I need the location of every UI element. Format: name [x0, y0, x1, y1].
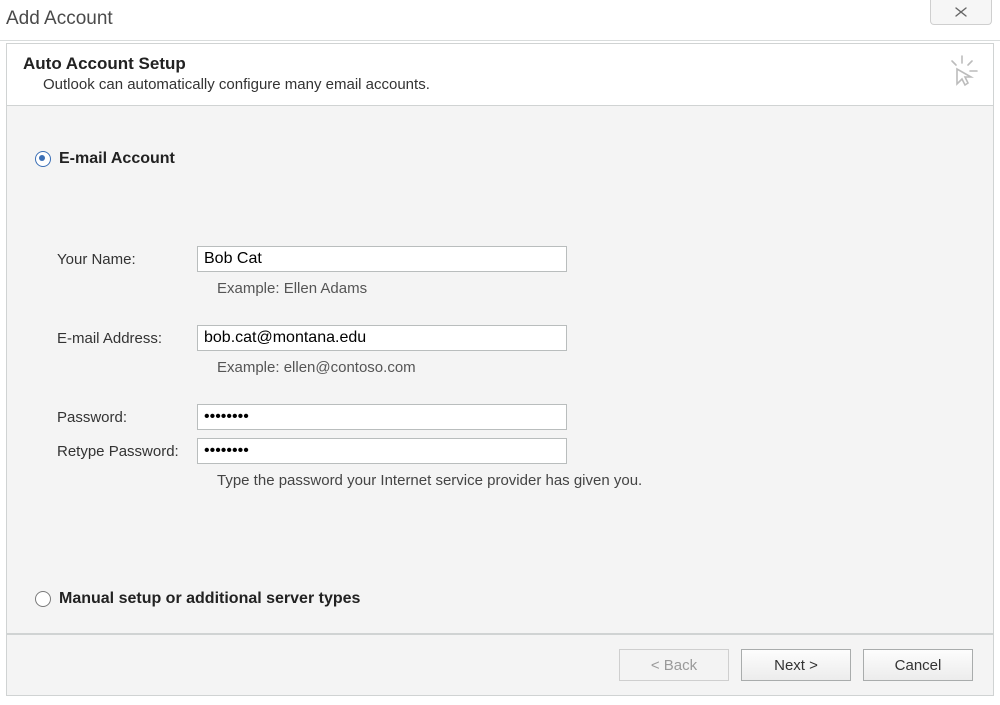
email-label: E-mail Address: [57, 330, 197, 347]
password-label: Password: [57, 409, 197, 426]
window-title: Add Account [6, 8, 113, 30]
wizard-subtitle: Outlook can automatically configure many… [43, 76, 977, 93]
close-icon [954, 7, 968, 17]
radio-icon [35, 591, 51, 607]
wizard-header: Auto Account Setup Outlook can automatic… [6, 43, 994, 106]
radio-icon [35, 151, 51, 167]
retype-password-input[interactable] [197, 438, 567, 464]
email-example: Example: ellen@contoso.com [217, 359, 953, 376]
setup-cursor-icon [945, 54, 979, 88]
name-example: Example: Ellen Adams [217, 280, 953, 297]
option-manual-setup[interactable]: Manual setup or additional server types [35, 590, 360, 608]
password-hint: Type the password your Internet service … [217, 472, 953, 489]
add-account-dialog: Add Account Auto Account Setup Outlook c… [0, 0, 1000, 705]
next-button[interactable]: Next > [741, 649, 851, 681]
password-input[interactable] [197, 404, 567, 430]
option-email-account[interactable]: E-mail Account [35, 150, 175, 168]
wizard-footer: < Back Next > Cancel [6, 634, 994, 696]
option-manual-setup-label: Manual setup or additional server types [59, 590, 360, 608]
titlebar: Add Account [0, 0, 1000, 41]
email-input[interactable] [197, 325, 567, 351]
name-label: Your Name: [57, 251, 197, 268]
cancel-button[interactable]: Cancel [863, 649, 973, 681]
account-form: Your Name: Example: Ellen Adams E-mail A… [57, 246, 953, 489]
wizard-body: E-mail Account Your Name: Example: Ellen… [6, 106, 994, 634]
window-close-button[interactable] [930, 0, 992, 25]
back-button: < Back [619, 649, 729, 681]
option-email-account-label: E-mail Account [59, 150, 175, 168]
retype-password-label: Retype Password: [57, 443, 197, 460]
wizard-title: Auto Account Setup [23, 54, 977, 74]
name-input[interactable] [197, 246, 567, 272]
